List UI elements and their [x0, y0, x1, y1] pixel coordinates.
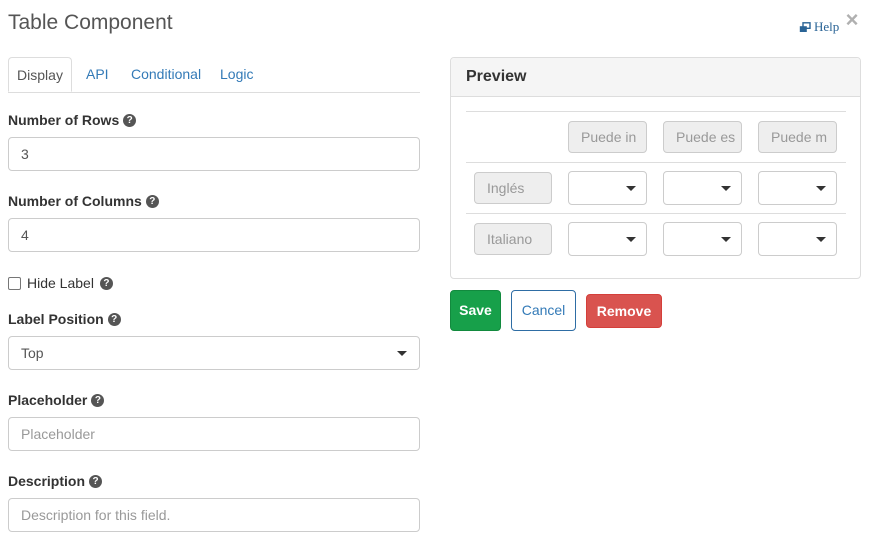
caret-down-icon — [816, 186, 826, 191]
question-circle-icon[interactable]: ? — [145, 194, 159, 208]
table-divider — [466, 162, 846, 163]
row-1-select-1[interactable] — [568, 171, 647, 205]
close-icon[interactable]: × — [845, 9, 859, 31]
rows-label: Number of Rows ? — [8, 112, 137, 128]
tab-api[interactable]: API — [86, 57, 109, 92]
question-circle-icon[interactable]: ? — [89, 474, 103, 488]
description-label-text: Description — [8, 473, 86, 489]
preview-title: Preview — [451, 58, 860, 97]
preview-panel: Preview Puede in Puede es Puede m Inglés… — [450, 57, 861, 279]
columns-label-text: Number of Columns — [8, 193, 142, 209]
row-1-select-3[interactable] — [758, 171, 837, 205]
table-divider — [466, 213, 846, 214]
tab-conditional[interactable]: Conditional — [131, 57, 201, 92]
description-input[interactable]: Description for this field. — [8, 498, 420, 532]
tab-display[interactable]: Display — [8, 57, 72, 92]
placeholder-label: Placeholder ? — [8, 392, 105, 408]
rows-input[interactable]: 3 — [8, 137, 420, 171]
placeholder-label-text: Placeholder — [8, 392, 88, 408]
hide-label-checkbox[interactable] — [8, 276, 21, 290]
columns-input[interactable]: 4 — [8, 218, 420, 252]
label-position-value: Top — [21, 345, 44, 361]
header-cell-2: Puede es — [663, 121, 742, 153]
caret-down-icon — [721, 237, 731, 242]
label-position-label: Label Position ? — [8, 311, 121, 327]
question-circle-icon[interactable]: ? — [107, 312, 121, 326]
row-label-1: Inglés — [474, 172, 552, 204]
caret-down-icon — [626, 186, 636, 191]
dialog-title: Table Component — [8, 11, 173, 34]
label-position-select[interactable]: Top — [8, 336, 420, 370]
label-position-label-text: Label Position — [8, 311, 104, 327]
cancel-button[interactable]: Cancel — [511, 290, 576, 331]
row-2-select-3[interactable] — [758, 222, 837, 256]
external-window-icon — [799, 21, 811, 33]
save-button[interactable]: Save — [450, 290, 501, 331]
row-2-select-2[interactable] — [663, 222, 742, 256]
rows-label-text: Number of Rows — [8, 112, 120, 128]
caret-down-icon — [397, 351, 407, 356]
description-label: Description ? — [8, 473, 103, 489]
question-circle-icon[interactable]: ? — [123, 113, 137, 127]
question-circle-icon[interactable]: ? — [99, 276, 113, 290]
header-cell-3: Puede m — [758, 121, 837, 153]
table-divider — [466, 111, 846, 112]
row-label-2: Italiano — [474, 223, 552, 255]
columns-label: Number of Columns ? — [8, 193, 159, 209]
tab-bar: Display API Conditional Logic — [8, 57, 420, 93]
help-label: Help — [814, 19, 840, 34]
question-circle-icon[interactable]: ? — [91, 393, 105, 407]
placeholder-input[interactable]: Placeholder — [8, 417, 420, 451]
caret-down-icon — [816, 237, 826, 242]
hide-label-row: Hide Label ? — [8, 275, 113, 291]
tab-logic[interactable]: Logic — [220, 57, 253, 92]
help-link[interactable]: Help — [799, 19, 839, 35]
remove-button[interactable]: Remove — [586, 294, 662, 328]
caret-down-icon — [626, 237, 636, 242]
row-2-select-1[interactable] — [568, 222, 647, 256]
caret-down-icon — [721, 186, 731, 191]
header-cell-1: Puede in — [568, 121, 647, 153]
hide-label-text[interactable]: Hide Label — [27, 275, 94, 291]
row-1-select-2[interactable] — [663, 171, 742, 205]
